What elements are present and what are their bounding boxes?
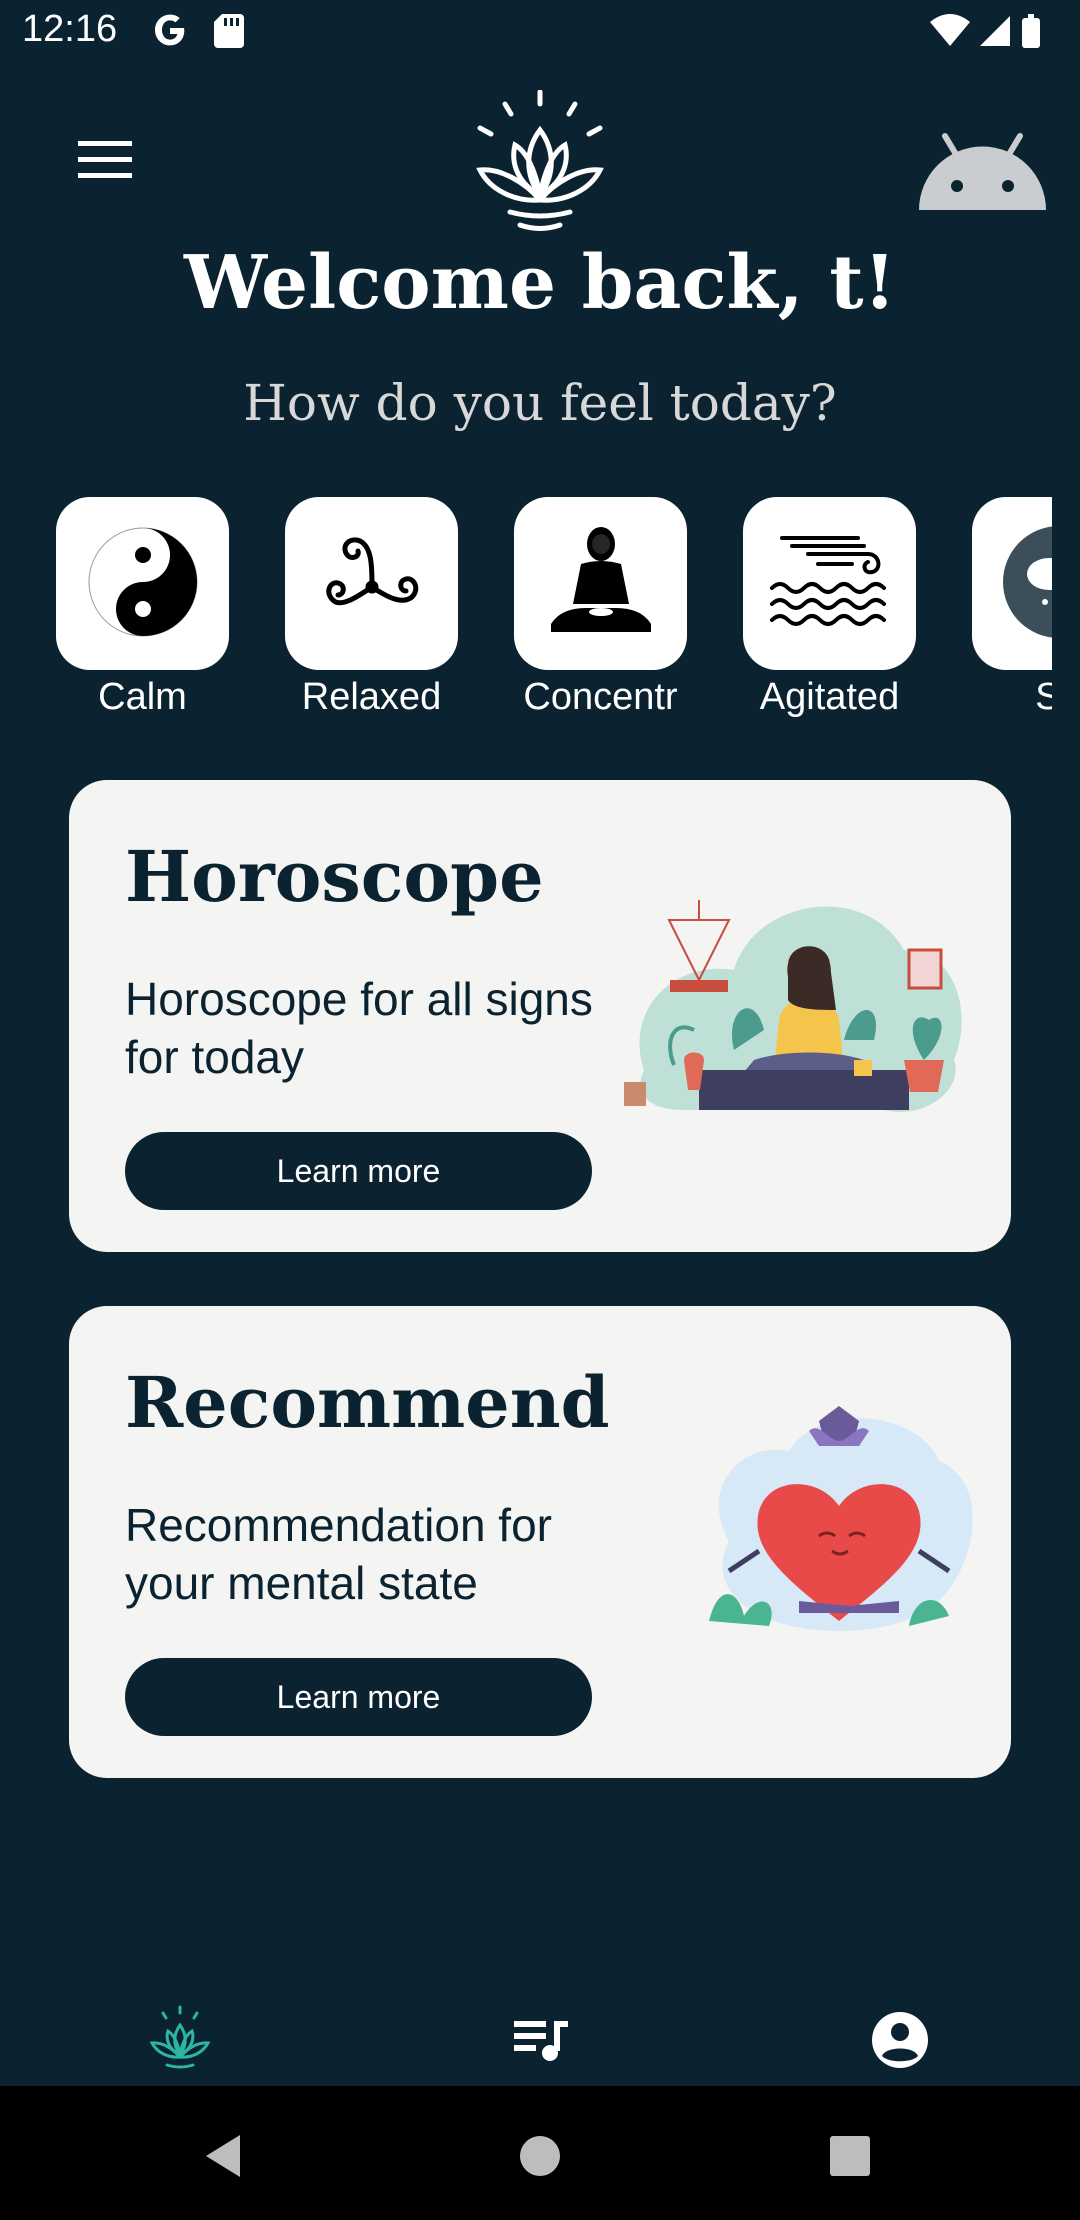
mood-tile[interactable] [56,497,229,670]
battery-icon [1022,14,1040,48]
lotus-logo-icon [465,89,615,235]
bottom-navigation [0,1960,1080,2086]
mood-item-calm[interactable]: Calm [56,497,229,719]
mood-tile[interactable] [743,497,916,670]
yin-yang-icon [87,526,199,642]
mood-item-sad[interactable]: Sa [972,497,1052,719]
sd-card-icon [214,14,244,52]
mood-item-relaxed[interactable]: Relaxed [285,497,458,719]
horoscope-card[interactable]: Horoscope Horoscope for all signs for to… [69,780,1011,1252]
status-bar: 12:16 [0,0,1080,64]
mood-selector: Calm Relaxed Concentr Agitated S [56,497,1052,727]
welcome-heading: Welcome back, t! [183,240,897,326]
mood-item-concentrated[interactable]: Concentr [514,497,687,719]
learn-more-button[interactable]: Learn more [125,1658,592,1736]
mood-item-agitated[interactable]: Agitated [743,497,916,719]
hamburger-menu-icon[interactable] [70,135,140,185]
mood-label: Relaxed [301,676,442,718]
recents-icon[interactable] [810,2116,890,2196]
signal-icon [980,16,1010,46]
google-icon [150,10,190,54]
mood-prompt: How do you feel today? [243,374,837,432]
mood-tile[interactable] [514,497,687,670]
mood-label: Calm [98,676,187,718]
status-time: 12:16 [22,8,118,50]
card-title: Horoscope [125,835,544,918]
nav-home-lotus-icon[interactable] [140,2000,220,2080]
learn-more-button[interactable]: Learn more [125,1132,592,1210]
mood-tile[interactable] [972,497,1052,670]
android-avatar-icon[interactable] [915,130,1050,215]
wifi-icon [930,14,970,46]
triskelion-icon [312,527,432,641]
home-icon[interactable] [500,2116,580,2196]
app-screen: 12:16 Welcome back, t! How do you feel t… [0,0,1080,2220]
recommend-card[interactable]: Recommend Recommendation for your mental… [69,1306,1011,1778]
wind-waves-icon [768,532,892,636]
card-description: Recommendation for your mental state [125,1499,552,1609]
meditating-woman-illustration [604,860,984,1204]
mood-tile[interactable] [285,497,458,670]
rain-cloud-icon [999,522,1052,646]
mood-label: Concentr [523,676,678,718]
mood-label: Agitated [759,676,900,718]
status-right-icons [928,12,1058,56]
meditating-heart-illustration [699,1401,979,1655]
nav-account-icon[interactable] [860,2000,940,2080]
nav-playlist-icon[interactable] [500,2000,580,2080]
system-navigation-bar [0,2086,1080,2220]
card-title: Recommend [125,1361,610,1444]
card-description: Horoscope for all signs for today [125,973,593,1083]
back-icon[interactable] [185,2116,265,2196]
buddha-icon [541,524,661,643]
mood-label: Sa [1035,676,1052,718]
